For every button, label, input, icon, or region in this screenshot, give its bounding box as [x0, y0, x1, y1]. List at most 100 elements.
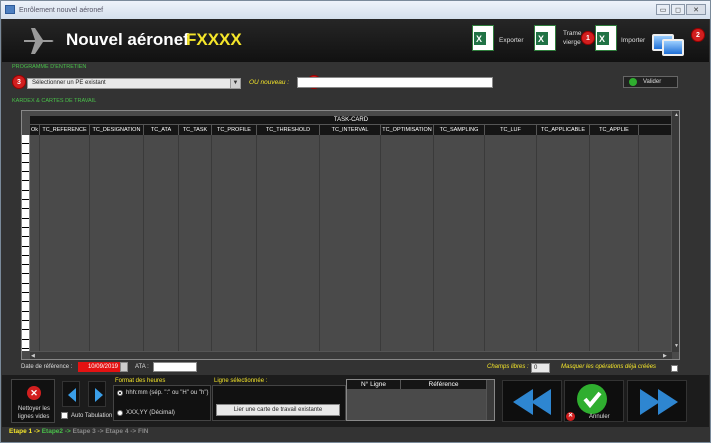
cancel-button[interactable]: ✕ Annuler [564, 380, 624, 422]
monitor-icon-2[interactable] [662, 39, 684, 56]
column-header[interactable]: TC_DESIGNATION [90, 125, 144, 135]
column-header[interactable]: TC_PROFILE [212, 125, 257, 135]
grid-body[interactable] [30, 135, 672, 351]
marker-badge-3: 3 [12, 75, 26, 89]
scroll-left-icon[interactable]: ◀ [31, 353, 35, 359]
row-header-cell[interactable] [22, 191, 29, 201]
hide-operations-checkbox[interactable] [671, 365, 678, 372]
step-back-button[interactable] [502, 380, 562, 422]
column-header[interactable]: TC_SAMPLING [434, 125, 485, 135]
new-program-input[interactable] [297, 77, 493, 88]
main-window: Enrôlement nouvel aéronef ▭ ◻ ✕ Nouvel a… [0, 0, 711, 443]
grid-column[interactable] [537, 135, 590, 351]
row-header-cell[interactable] [22, 228, 29, 238]
row-header-cell[interactable] [22, 302, 29, 312]
template-label-2[interactable]: vierge [563, 39, 581, 46]
row-header-cell[interactable] [22, 219, 29, 228]
line-table[interactable]: N° Ligne Référence [346, 379, 495, 421]
grid-column[interactable] [257, 135, 320, 351]
grid-column[interactable] [434, 135, 485, 351]
row-header-cell[interactable] [22, 284, 29, 294]
column-header[interactable]: TC_ATA [144, 125, 179, 135]
column-header[interactable]: TC_TASK [179, 125, 212, 135]
minimize-button[interactable]: ▭ [656, 4, 670, 15]
scroll-down-icon[interactable]: ▼ [674, 343, 679, 349]
scroll-right-icon[interactable]: ▶ [663, 353, 667, 359]
next-button[interactable] [88, 381, 106, 407]
kardex-section-title: KARDEX & CARTES DE TRAVAIL [12, 98, 97, 104]
row-header-cell[interactable] [22, 340, 29, 349]
grid-column[interactable] [320, 135, 381, 351]
row-header-cell[interactable] [22, 209, 29, 219]
maximize-button[interactable]: ◻ [671, 4, 685, 15]
row-header-cell[interactable] [22, 265, 29, 275]
excel-template-icon[interactable] [534, 25, 556, 51]
grid-column[interactable] [30, 135, 40, 351]
row-header-cell[interactable] [22, 163, 29, 173]
chevron-down-icon[interactable]: ▼ [230, 79, 240, 88]
row-header-cell[interactable] [22, 154, 29, 163]
column-header[interactable]: TC_APPLIE [590, 125, 639, 135]
vertical-scrollbar[interactable]: ▲ ▼ [671, 111, 679, 352]
row-header-cell[interactable] [22, 274, 29, 284]
step-forward-button[interactable] [627, 380, 687, 422]
clean-empty-lines-button[interactable]: ✕ Nettoyer les lignes vides [11, 379, 55, 423]
grid-column[interactable] [40, 135, 90, 351]
format-hhmm-radio[interactable] [117, 390, 123, 396]
grid-column[interactable] [212, 135, 257, 351]
close-button[interactable]: ✕ [686, 4, 706, 15]
grid-column[interactable] [179, 135, 212, 351]
row-header-cell[interactable] [22, 293, 29, 303]
hours-format-group: hhh:mm (sép. ":" ou "H" ou "h") XXX,YY (… [113, 385, 211, 421]
column-header[interactable]: TC_REFERENCE [40, 125, 90, 135]
row-header-cell[interactable] [22, 181, 29, 191]
format-decimal-radio[interactable] [117, 410, 123, 416]
link-task-card-button[interactable]: Lier une carte de travail existante [216, 404, 340, 416]
export-label[interactable]: Exporter [499, 37, 524, 44]
template-label-1[interactable]: Trame [563, 30, 582, 37]
row-header-cell[interactable] [22, 172, 29, 182]
validate-button[interactable]: Valider [623, 76, 678, 88]
task-card-grid[interactable]: TASK-CARD Ok TC_REFERENCE TC_DESIGNATION TC… [21, 110, 680, 360]
previous-button[interactable] [62, 381, 80, 407]
row-header-cell[interactable] [22, 321, 29, 331]
cancel-x-icon: ✕ [566, 412, 575, 421]
free-fields-spinner[interactable]: 0 [531, 363, 550, 373]
page-title: Nouvel aéronef [66, 30, 189, 49]
row-header-cell[interactable] [22, 312, 29, 321]
auto-tab-checkbox[interactable] [61, 412, 68, 419]
row-header-cell[interactable] [22, 256, 29, 266]
grid-column[interactable] [144, 135, 179, 351]
scroll-up-icon[interactable]: ▲ [674, 112, 679, 118]
grid-column[interactable] [485, 135, 537, 351]
column-header[interactable]: TC_INTERVAL [320, 125, 381, 135]
grid-column[interactable] [590, 135, 639, 351]
grid-row-headers[interactable] [22, 135, 30, 351]
excel-import-icon[interactable] [595, 25, 617, 51]
row-header-cell[interactable] [22, 237, 29, 247]
marker-badge-1: 1 [581, 31, 595, 45]
row-header-cell[interactable] [22, 200, 29, 210]
column-header[interactable]: Ok [30, 125, 40, 135]
reference-date-field[interactable]: 10/09/2019 [78, 362, 120, 372]
cancel-label: Annuler [589, 414, 610, 420]
column-header[interactable]: TC_LUF [485, 125, 537, 135]
existing-program-select[interactable]: Sélectionner un PE existant ▼ [27, 78, 241, 89]
calendar-dropdown-icon[interactable] [120, 362, 128, 372]
column-header[interactable]: TC_THRESHOLD [257, 125, 320, 135]
ata-input[interactable] [153, 362, 197, 372]
import-label[interactable]: Importer [621, 37, 645, 44]
column-header[interactable]: TC_OPTIMISATION [381, 125, 434, 135]
row-header-cell[interactable] [22, 135, 29, 145]
row-header-cell[interactable] [22, 330, 29, 340]
line-table-scrollbar[interactable] [486, 380, 494, 420]
row-header-cell[interactable] [22, 144, 29, 154]
excel-export-icon[interactable] [472, 25, 494, 51]
grid-column[interactable] [381, 135, 434, 351]
grid-column[interactable] [90, 135, 144, 351]
reference-column[interactable]: Référence [401, 380, 487, 389]
column-header[interactable]: TC_APPLICABLE [537, 125, 590, 135]
row-header-cell[interactable] [22, 247, 29, 256]
horizontal-scrollbar[interactable]: ◀ ▶ [30, 351, 672, 359]
line-number-column[interactable]: N° Ligne [347, 380, 401, 389]
